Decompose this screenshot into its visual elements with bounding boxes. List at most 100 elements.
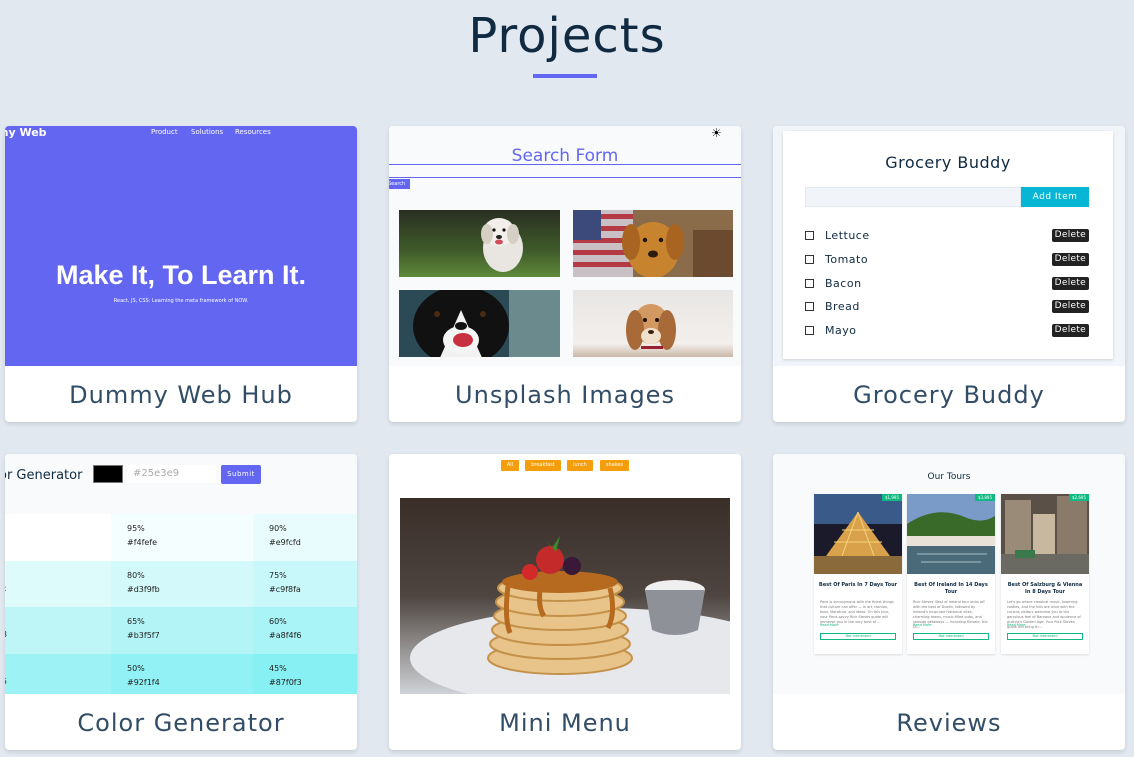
color-cell (5, 607, 111, 654)
grocery-item-label: Mayo (825, 324, 857, 337)
project-name[interactable]: Reviews (773, 694, 1125, 750)
preview-hero-subtitle: React, JS, CSS: Learning the meta framew… (113, 298, 249, 304)
tour-price: $3,895 (975, 494, 995, 501)
color-cell (5, 514, 111, 561)
tour-card: $1,995 Best Of Paris In 7 Days Tour Pari… (814, 494, 902, 654)
grocery-item: Bread Delete (805, 299, 1089, 315)
project-preview: Our Tours $1,995 Best Of Paris In 7 Days… (773, 454, 1125, 694)
project-preview: or Generator #25e3e9 Submit 95% #f4fefe 90… (5, 454, 357, 694)
project-name[interactable]: Dummy Web Hub (5, 366, 357, 422)
grocery-item-label: Tomato (825, 253, 869, 266)
pancake-photo (400, 498, 730, 694)
color-picker-swatch (93, 465, 123, 483)
color-hex: #d3f9fb (127, 585, 160, 594)
delete-button: Delete (1051, 229, 1089, 242)
project-name[interactable]: Mini Menu (389, 694, 741, 750)
grocery-panel: Grocery Buddy Add Item Lettuce Delete To… (783, 131, 1113, 359)
tour-price: $2,695 (1069, 494, 1089, 501)
preview-submit-button: Submit (221, 465, 261, 484)
not-interested-button: Not Interested (913, 633, 989, 640)
filter-button: lunch (567, 460, 593, 471)
color-hex: #92f1f4 (127, 678, 160, 687)
project-preview: Grocery Buddy Add Item Lettuce Delete To… (773, 126, 1125, 366)
color-hex: #f4fefe (127, 538, 158, 547)
filter-button: shakes (600, 460, 629, 471)
project-name[interactable]: Grocery Buddy (773, 366, 1125, 422)
color-percent: 90% (269, 524, 287, 533)
project-card-unsplash-images[interactable]: ☀ Search Form Search Unsplash Images (389, 126, 741, 422)
color-hex: #87f0f3 (269, 678, 302, 687)
delete-button: Delete (1051, 300, 1089, 313)
project-card-mini-menu[interactable]: All breakfast lunch shakes Mini Menu (389, 454, 741, 750)
project-name[interactable]: Unsplash Images (389, 366, 741, 422)
page-title: Projects (468, 8, 666, 64)
delete-button: Delete (1051, 324, 1089, 337)
filter-button: All (501, 460, 519, 471)
dog-photo (573, 290, 733, 357)
preview-grocery-title: Grocery Buddy (885, 153, 1011, 172)
project-preview: my Web Product Solutions Resources Make … (5, 126, 357, 366)
project-card-reviews[interactable]: Our Tours $1,995 Best Of Paris In 7 Days… (773, 454, 1125, 750)
preview-grocery-input (805, 187, 1021, 207)
preview-hero-title: Make It, To Learn It. (55, 260, 307, 290)
read-more-link: Read More (913, 623, 932, 627)
delete-button: Delete (1051, 253, 1089, 266)
tour-card: $2,695 Best Of Salzburg & Vienna In 8 Da… (1001, 494, 1089, 654)
color-edge-hex: f5 (5, 677, 7, 686)
project-name[interactable]: Color Generator (5, 694, 357, 750)
color-cell[interactable]: 95% #f4fefe (111, 514, 253, 561)
delete-button: Delete (1051, 277, 1089, 290)
preview-nav-item: Product (151, 128, 178, 136)
tour-description: Paris is synonymous with the finest thin… (820, 600, 894, 624)
grocery-item: Mayo Delete (805, 323, 1089, 339)
color-cell[interactable]: 60% #a8f4f6 (253, 607, 357, 654)
title-underline (533, 74, 597, 78)
preview-form-title: Search Form (511, 146, 619, 166)
grocery-item-label: Bacon (825, 277, 862, 290)
tour-price: $1,995 (882, 494, 902, 501)
color-cell[interactable]: 75% #c9f8fa (253, 561, 357, 607)
checkbox (805, 326, 814, 335)
grocery-item-label: Lettuce (825, 229, 870, 242)
project-card-dummy-web-hub[interactable]: my Web Product Solutions Resources Make … (5, 126, 357, 422)
color-percent: 45% (269, 664, 287, 673)
color-hex: #c9f8fa (269, 585, 301, 594)
preview-color-title: or Generator (5, 468, 83, 483)
color-cell (5, 654, 111, 694)
grocery-item: Bacon Delete (805, 276, 1089, 292)
color-cell[interactable]: 65% #b3f5f7 (111, 607, 253, 654)
project-card-grocery-buddy[interactable]: Grocery Buddy Add Item Lettuce Delete To… (773, 126, 1125, 422)
checkbox (805, 302, 814, 311)
color-percent: 60% (269, 617, 287, 626)
tour-image (1001, 494, 1089, 574)
preview-input-border (389, 164, 741, 165)
project-card-color-generator[interactable]: or Generator #25e3e9 Submit 95% #f4fefe 90… (5, 454, 357, 750)
checkbox (805, 279, 814, 288)
dog-photo (399, 210, 560, 277)
read-more-link: Read More (1007, 623, 1026, 627)
color-percent: 65% (127, 617, 145, 626)
color-percent: 50% (127, 664, 145, 673)
grocery-item-label: Bread (825, 300, 860, 313)
preview-add-item-button: Add Item (1021, 187, 1089, 207)
color-percent: 95% (127, 524, 145, 533)
color-cell[interactable]: 80% #d3f9fb (111, 561, 253, 607)
checkbox (805, 255, 814, 264)
preview-nav-item: Solutions (191, 128, 224, 136)
grocery-item: Tomato Delete (805, 252, 1089, 268)
color-cell[interactable]: 50% #92f1f4 (111, 654, 253, 694)
color-hex: #a8f4f6 (269, 631, 302, 640)
tour-image (907, 494, 995, 574)
dog-photo (399, 290, 560, 357)
dog-photo (573, 210, 733, 277)
tour-image (814, 494, 902, 574)
filter-button: breakfast (525, 460, 561, 471)
project-preview: All breakfast lunch shakes (389, 454, 741, 694)
color-cell[interactable]: 45% #87f0f3 (253, 654, 357, 694)
color-edge-hex: fc (5, 584, 6, 593)
color-percent: 80% (127, 571, 145, 580)
color-cell[interactable]: 90% #e9fcfd (253, 514, 357, 561)
color-cell (5, 561, 111, 607)
preview-input-border (389, 177, 741, 178)
preview-brand: my Web (5, 126, 47, 139)
